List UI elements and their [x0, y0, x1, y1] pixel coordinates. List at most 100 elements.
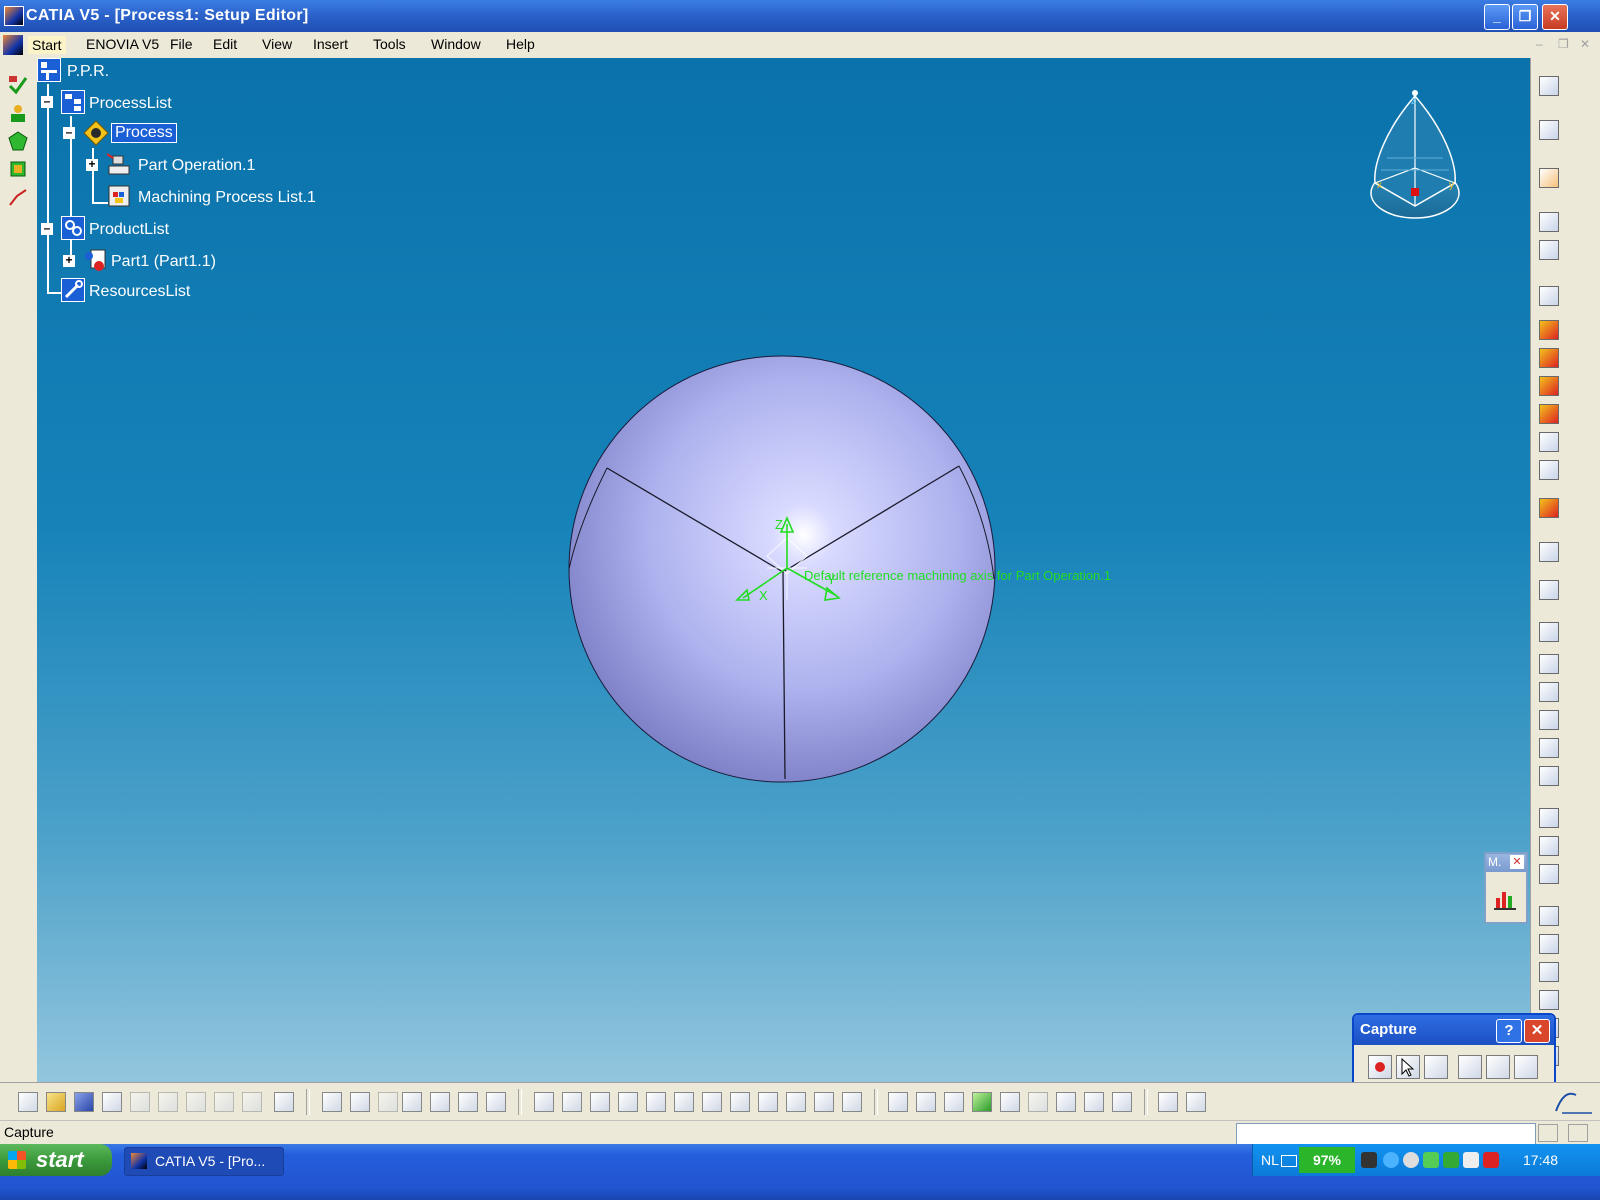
mdi-minimize-icon[interactable]: –	[1536, 37, 1543, 51]
select-arrow-icon[interactable]	[1539, 168, 1559, 188]
menu-window[interactable]: Window	[431, 36, 481, 52]
machining-axis-icon[interactable]: Z X Y	[727, 508, 857, 618]
redo-icon[interactable]	[242, 1092, 262, 1112]
tool-bt-icon-35[interactable]	[1028, 1092, 1048, 1112]
geometry-icon[interactable]	[7, 130, 29, 152]
tool-icon-28[interactable]	[1539, 990, 1559, 1010]
command-input[interactable]	[1236, 1123, 1536, 1145]
manufacturing-program-icon[interactable]	[7, 102, 29, 124]
chart-icon[interactable]	[1494, 884, 1518, 910]
menu-file[interactable]: File	[170, 36, 193, 52]
language-indicator[interactable]: NL	[1261, 1152, 1279, 1168]
start-button[interactable]: start	[0, 1144, 112, 1176]
expand-part-operation-icon[interactable]: +	[86, 158, 98, 171]
capture-options-icon[interactable]	[1424, 1055, 1448, 1079]
tool-bt-icon-37[interactable]	[1084, 1092, 1104, 1112]
part-operation-icon[interactable]	[7, 74, 29, 96]
fit-all-icon[interactable]	[562, 1092, 582, 1112]
tool-icon-25[interactable]	[1539, 906, 1559, 926]
tool-bt-icon-13[interactable]	[378, 1092, 398, 1112]
stock-icon[interactable]	[7, 158, 29, 180]
tool-bt-icon-38[interactable]	[1112, 1092, 1132, 1112]
fly-mode-icon[interactable]	[534, 1092, 554, 1112]
paste-icon[interactable]	[186, 1092, 206, 1112]
mini-toolbar-close-button[interactable]: ✕	[1510, 855, 1524, 869]
table-icon[interactable]	[402, 1092, 422, 1112]
tool-icon-2[interactable]	[1539, 120, 1559, 140]
capture-help-button[interactable]: ?	[1496, 1019, 1522, 1043]
tool-icon-22[interactable]	[1539, 808, 1559, 828]
catia-app-icon[interactable]	[4, 6, 24, 26]
pan-icon[interactable]	[590, 1092, 610, 1112]
iso-view-icon[interactable]	[758, 1092, 778, 1112]
document-icon[interactable]	[3, 35, 23, 55]
close-button[interactable]: ✕	[1542, 4, 1568, 30]
clock[interactable]: 17:48	[1523, 1152, 1558, 1168]
axis-system-icon[interactable]	[1539, 286, 1559, 306]
tool-bt-icon-39[interactable]	[1158, 1092, 1178, 1112]
normal-view-icon[interactable]	[702, 1092, 722, 1112]
tool-bt-icon-36[interactable]	[1056, 1092, 1076, 1112]
tool-icon-13[interactable]	[1539, 498, 1559, 518]
tool-icon-17[interactable]	[1539, 654, 1559, 674]
tree-structure-icon[interactable]	[430, 1092, 450, 1112]
network-icon[interactable]	[1403, 1152, 1419, 1168]
tool-icon-14[interactable]	[1539, 542, 1559, 562]
tool-icon-16[interactable]	[1539, 622, 1559, 642]
tool-icon-7[interactable]	[1539, 320, 1559, 340]
knowledge-icon[interactable]	[350, 1092, 370, 1112]
tool-icon-20[interactable]	[1539, 738, 1559, 758]
tool-path-icon[interactable]	[7, 186, 29, 208]
power-icon[interactable]	[1361, 1152, 1377, 1168]
tool-icon-15[interactable]	[1539, 580, 1559, 600]
rotate-icon[interactable]	[618, 1092, 638, 1112]
capture-mode-icon[interactable]	[1458, 1055, 1482, 1079]
whats-this-icon[interactable]	[274, 1092, 294, 1112]
tool-bt-icon-33[interactable]	[972, 1092, 992, 1112]
mini-toolbar[interactable]: M. ✕	[1484, 852, 1528, 924]
restore-button[interactable]: ❐	[1512, 4, 1538, 30]
tool-icon-18[interactable]	[1539, 682, 1559, 702]
collapse-productlist-icon[interactable]: –	[41, 222, 53, 235]
new-icon[interactable]	[18, 1092, 38, 1112]
tool-icon-11[interactable]	[1539, 432, 1559, 452]
collapse-processlist-icon[interactable]: –	[41, 95, 53, 108]
back-arrow-icon[interactable]	[1383, 1152, 1399, 1168]
tool-bt-icon-34[interactable]	[1000, 1092, 1020, 1112]
cut-icon[interactable]	[130, 1092, 150, 1112]
menu-insert[interactable]: Insert	[313, 36, 348, 52]
record-icon[interactable]	[1368, 1055, 1392, 1079]
taskbar-item-catia[interactable]: CATIA V5 - [Pro...	[124, 1147, 284, 1176]
tool-bt-icon-30[interactable]	[888, 1092, 908, 1112]
album-icon[interactable]	[1514, 1055, 1538, 1079]
keyboard-icon[interactable]	[1281, 1155, 1297, 1167]
multi-view-icon[interactable]	[730, 1092, 750, 1112]
save-icon[interactable]	[74, 1092, 94, 1112]
undo-icon[interactable]	[214, 1092, 234, 1112]
mdi-restore-icon[interactable]: ❐	[1558, 37, 1569, 51]
menu-help[interactable]: Help	[506, 36, 535, 52]
formula-icon[interactable]	[322, 1092, 342, 1112]
menu-view[interactable]: View	[262, 36, 292, 52]
status-icon-1[interactable]	[1538, 1124, 1558, 1142]
tool-icon-10[interactable]	[1539, 404, 1559, 424]
image-capture-icon[interactable]	[1486, 1055, 1510, 1079]
tool-bt-icon-40[interactable]	[1186, 1092, 1206, 1112]
expand-part1-icon[interactable]: +	[63, 254, 75, 267]
tool-icon-19[interactable]	[1539, 710, 1559, 730]
security-icon[interactable]	[1443, 1152, 1459, 1168]
tool-bt-icon-16[interactable]	[458, 1092, 478, 1112]
tool-icon-1[interactable]	[1539, 76, 1559, 96]
mdi-close-icon[interactable]: ✕	[1580, 37, 1590, 51]
menu-edit[interactable]: Edit	[213, 36, 237, 52]
tool-icon-27[interactable]	[1539, 962, 1559, 982]
menu-enovia[interactable]: ENOVIA V5	[86, 36, 159, 52]
swap-space-icon[interactable]	[842, 1092, 862, 1112]
status-icon-2[interactable]	[1568, 1124, 1588, 1142]
menu-start[interactable]: Start	[28, 36, 66, 54]
open-icon[interactable]	[46, 1092, 66, 1112]
user-icon[interactable]	[1423, 1152, 1439, 1168]
tool-icon-4[interactable]	[1539, 212, 1559, 232]
capture-close-button[interactable]: ✕	[1524, 1019, 1550, 1043]
tool-bt-icon-32[interactable]	[944, 1092, 964, 1112]
